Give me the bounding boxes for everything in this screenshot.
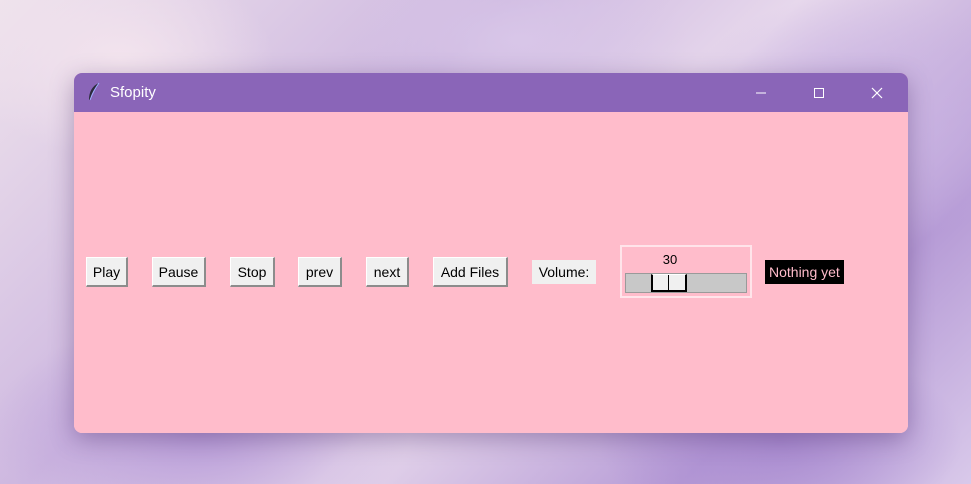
player-content: Play Pause Stop prev next Add Files Volu…: [74, 112, 908, 433]
status-label: Nothing yet: [765, 260, 844, 284]
feather-icon: [86, 82, 102, 102]
stop-button[interactable]: Stop: [230, 257, 275, 287]
prev-button[interactable]: prev: [298, 257, 342, 287]
add-files-button[interactable]: Add Files: [433, 257, 508, 287]
app-window: Sfopity Play Pause Stop prev next Add Fi…: [74, 73, 908, 433]
maximize-icon: [814, 87, 824, 98]
window-title: Sfopity: [110, 84, 156, 101]
volume-trough[interactable]: [625, 273, 747, 293]
next-button[interactable]: next: [366, 257, 409, 287]
minimize-button[interactable]: [732, 73, 790, 112]
play-button[interactable]: Play: [86, 257, 128, 287]
minimize-icon: [756, 92, 766, 93]
volume-label: Volume:: [532, 260, 596, 284]
pause-button[interactable]: Pause: [152, 257, 206, 287]
title-bar[interactable]: Sfopity: [74, 73, 908, 112]
close-icon: [871, 87, 883, 98]
close-button[interactable]: [848, 73, 906, 112]
volume-value: 30: [662, 252, 678, 267]
volume-scale[interactable]: 30: [620, 245, 752, 298]
volume-slider-handle[interactable]: [651, 274, 687, 292]
maximize-button[interactable]: [790, 73, 848, 112]
